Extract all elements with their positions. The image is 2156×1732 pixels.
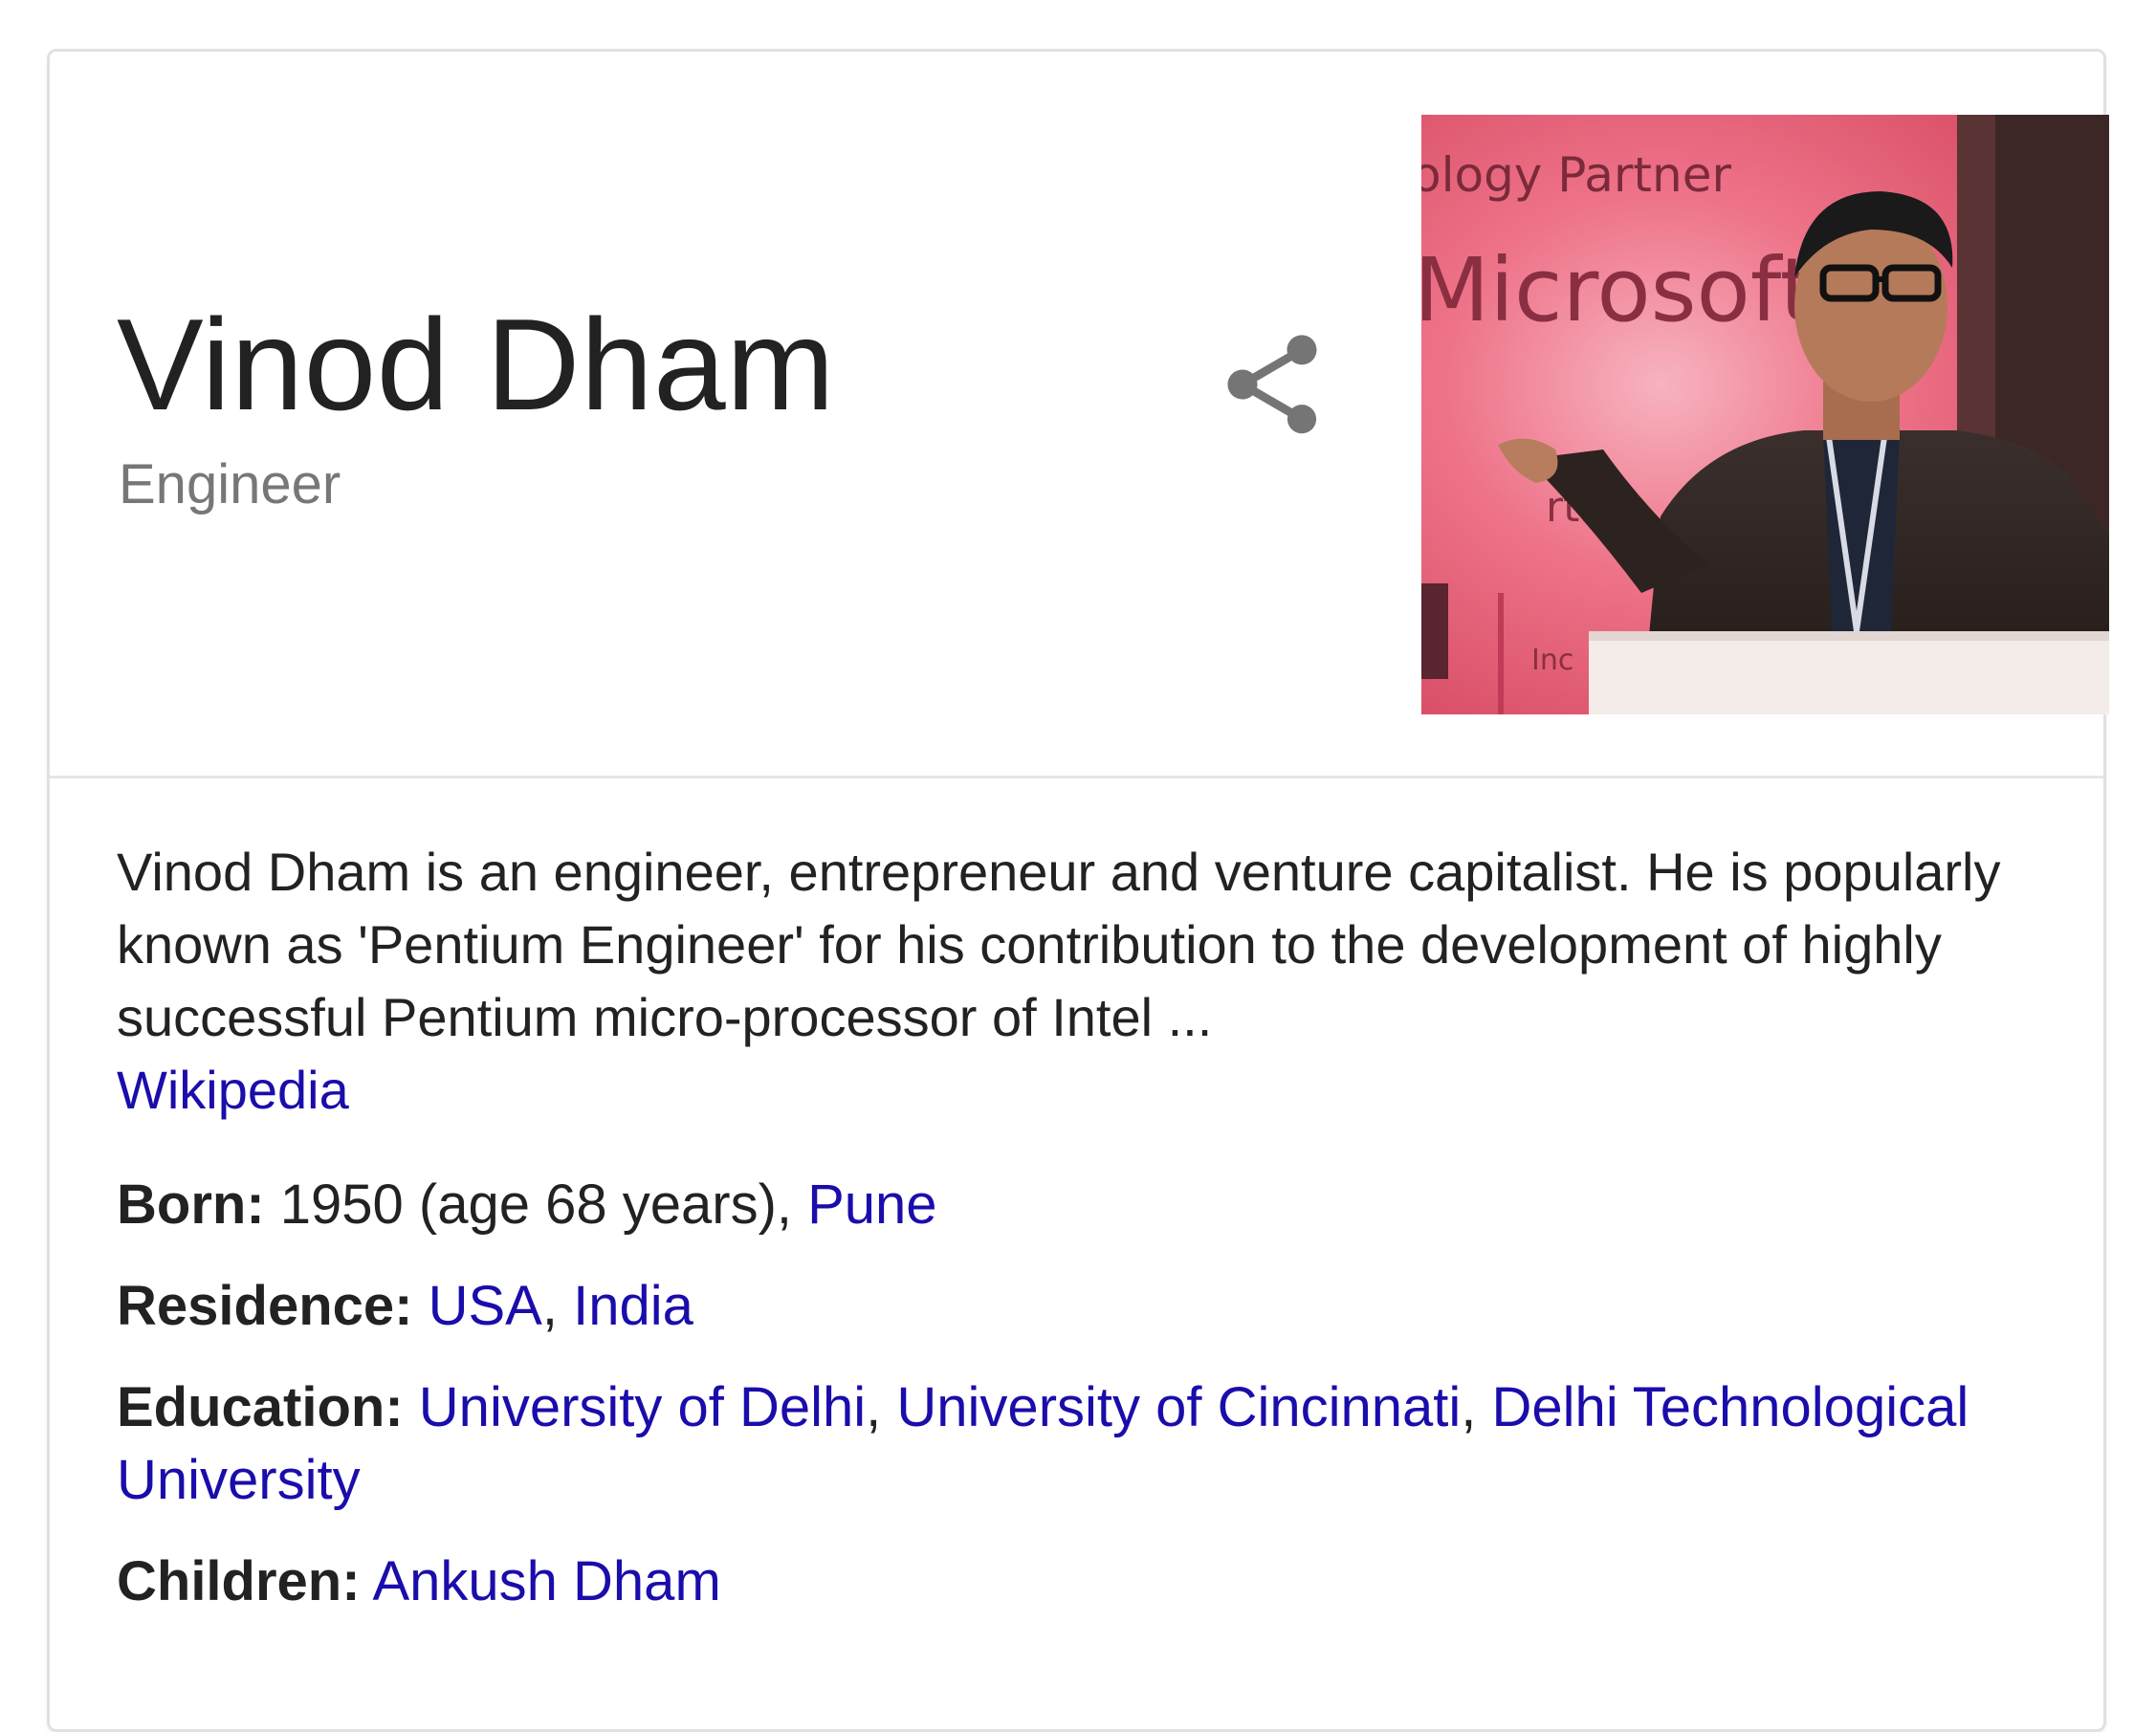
fact-value-born: 1950 (age 68 years), <box>279 1173 808 1236</box>
pune-link[interactable]: Pune <box>807 1173 936 1236</box>
banner-text-microsoft: Microsoft <box>1421 239 1815 341</box>
fact-label-education: Education: <box>117 1376 404 1438</box>
entity-description: Vinod Dham is an engineer, entrepreneur … <box>117 836 2039 1127</box>
fact-born: Born: 1950 (age 68 years), Pune <box>117 1169 2039 1241</box>
entity-photo[interactable]: ology Partner Microsoft rtne Inc <box>1421 115 2109 714</box>
panel-body: Vinod Dham is an engineer, entrepreneur … <box>117 836 2039 1647</box>
fact-label-residence: Residence: <box>117 1275 413 1337</box>
separator: , <box>866 1376 897 1438</box>
entity-title: Vinod Dham <box>117 292 835 437</box>
usa-link[interactable]: USA <box>429 1275 542 1337</box>
fact-label-children: Children: <box>117 1550 361 1612</box>
fact-children: Children: Ankush Dham <box>117 1546 2039 1618</box>
fact-residence: Residence: USA, India <box>117 1270 2039 1343</box>
banner-text-partner: ology Partner <box>1421 147 1731 203</box>
description-text: Vinod Dham is an engineer, entrepreneur … <box>117 842 2001 1047</box>
panel-header: Vinod Dham Engineer ology Partner Micros… <box>50 52 2109 778</box>
share-button[interactable] <box>1213 325 1331 444</box>
separator: , <box>1461 1376 1492 1438</box>
fact-education: Education: University of Delhi, Universi… <box>117 1371 2039 1517</box>
entity-subtitle: Engineer <box>119 453 341 515</box>
wikipedia-link[interactable]: Wikipedia <box>117 1060 349 1120</box>
separator: , <box>541 1275 574 1337</box>
ankush-dham-link[interactable]: Ankush Dham <box>372 1550 720 1612</box>
share-icon <box>1227 335 1317 434</box>
university-of-cincinnati-link[interactable]: University of Cincinnati <box>896 1376 1461 1438</box>
facts-list: Born: 1950 (age 68 years), Pune Residenc… <box>117 1169 2039 1618</box>
banner-text-ind: Inc <box>1531 644 1573 677</box>
speaker-photo-image: ology Partner Microsoft rtne Inc <box>1421 115 2109 714</box>
university-of-delhi-link[interactable]: University of Delhi <box>419 1376 866 1438</box>
fact-label-born: Born: <box>117 1173 265 1236</box>
india-link[interactable]: India <box>573 1275 693 1337</box>
knowledge-panel: Vinod Dham Engineer ology Partner Micros… <box>47 49 2109 1732</box>
